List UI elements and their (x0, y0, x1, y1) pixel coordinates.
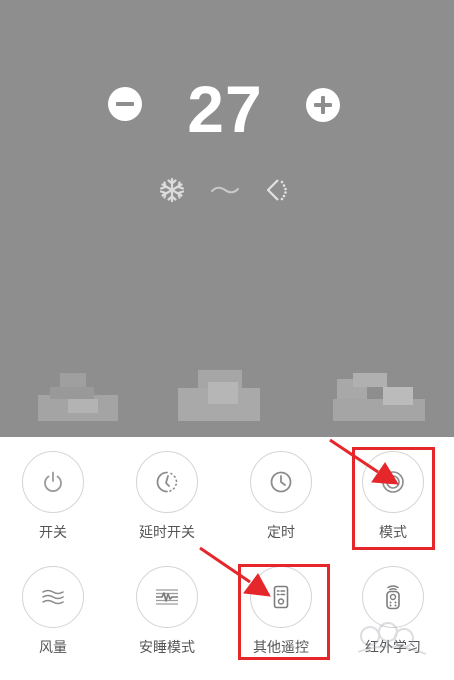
pixelated-block-left (38, 373, 118, 421)
ir-learn-icon (386, 585, 400, 610)
clock-icon (270, 471, 292, 493)
increase-temperature-button[interactable] (306, 88, 340, 122)
sleep-mode-label: 安睡模式 (139, 640, 195, 656)
power-button[interactable]: 开关 (0, 437, 110, 547)
ac-remote-screen: 27 开关 延时开关 定时 模式 风量 安睡模式 其他遥控 红外学习 (0, 0, 454, 680)
power-label: 开关 (39, 525, 67, 541)
wave-icon (211, 186, 239, 194)
fan-speed-button-circle (22, 566, 84, 628)
swing-icon (266, 179, 287, 201)
delay-switch-button-circle (136, 451, 198, 513)
snowflake-icon (159, 177, 185, 203)
pixelated-block-right (333, 373, 425, 421)
highlight-box-other-remote (238, 564, 330, 660)
sleep-mode-button-circle (136, 566, 198, 628)
highlight-box-mode (352, 447, 435, 550)
delay-timer-icon (156, 471, 178, 493)
sleep-mode-icon (156, 589, 178, 605)
timer-label: 定时 (267, 525, 295, 541)
decrease-temperature-button[interactable] (108, 87, 142, 121)
timer-button[interactable]: 定时 (228, 437, 338, 547)
fan-speed-label: 风量 (39, 640, 67, 656)
sleep-mode-button[interactable]: 安睡模式 (114, 552, 224, 662)
power-icon (44, 471, 62, 493)
power-button-circle (22, 451, 84, 513)
timer-button-circle (250, 451, 312, 513)
delay-switch-label: 延时开关 (139, 525, 195, 541)
fan-speed-button[interactable]: 风量 (0, 552, 110, 662)
pixelated-block-center (178, 370, 260, 421)
temperature-panel: 27 (0, 0, 454, 437)
watermark-logo (357, 622, 427, 655)
temperature-value: 27 (187, 72, 263, 146)
delay-switch-button[interactable]: 延时开关 (114, 437, 224, 547)
fan-speed-icon (42, 589, 64, 605)
